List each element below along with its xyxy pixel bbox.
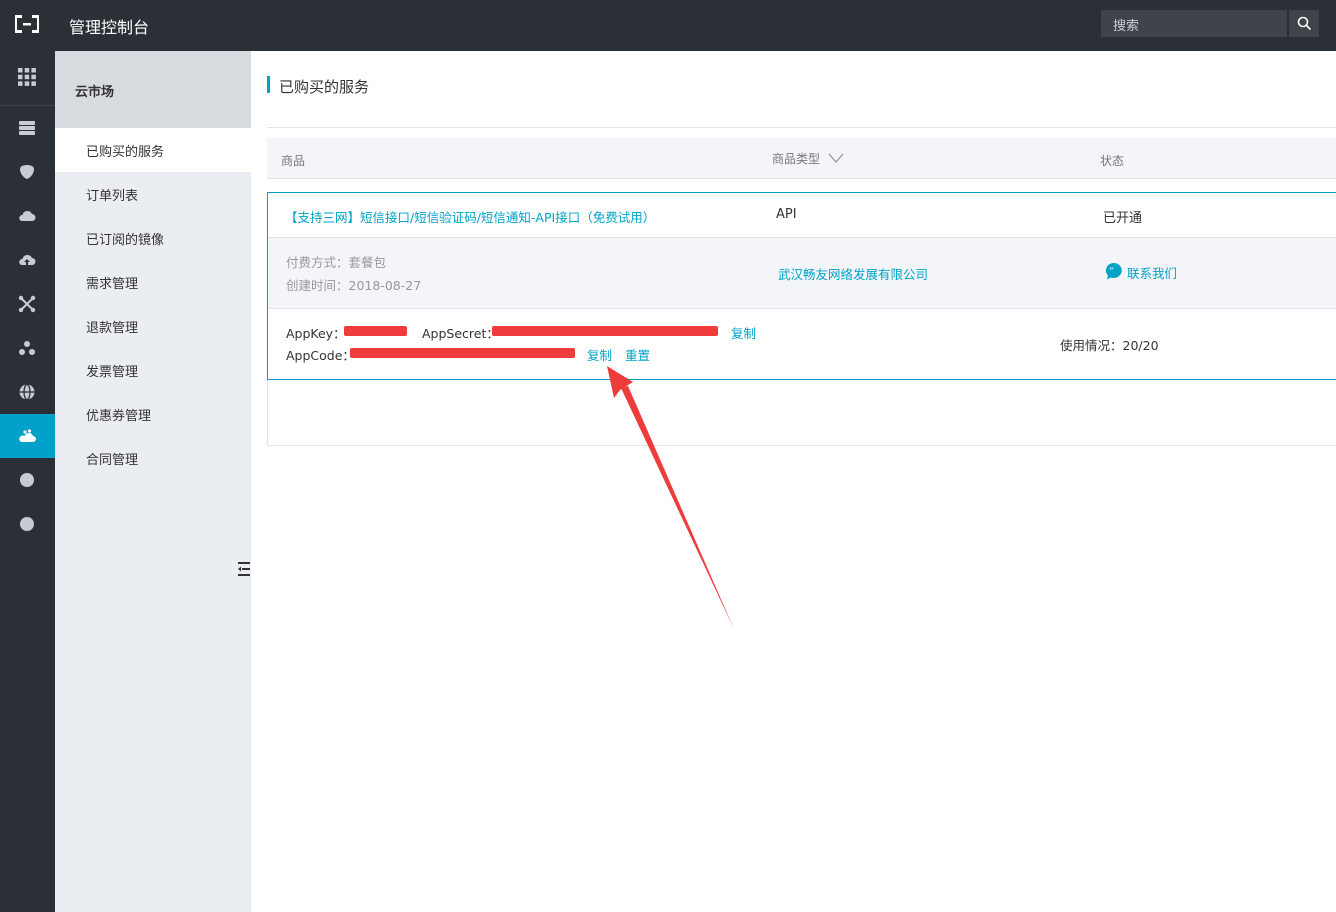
appcode-label: AppCode： bbox=[286, 348, 355, 363]
nav-nodes[interactable] bbox=[0, 326, 55, 370]
created-time: 创建时间：2018-08-27 bbox=[286, 278, 422, 293]
sidebar-item-purchased[interactable]: 已购买的服务 bbox=[55, 128, 251, 172]
credentials-row: AppKey： AppSecret： 复制 AppCode： 复制 重置 使用情… bbox=[268, 309, 1336, 379]
network-icon bbox=[18, 295, 36, 313]
status-text: 已开通 bbox=[1103, 211, 1143, 226]
column-status: 状态 bbox=[1100, 154, 1125, 168]
cloud-upload-icon bbox=[19, 254, 36, 265]
search-icon bbox=[1297, 16, 1312, 31]
circle-icon bbox=[20, 473, 34, 487]
usage-text: 使用情况：20/20 bbox=[1060, 338, 1159, 353]
shield-icon bbox=[20, 165, 34, 179]
top-bar: 管理控制台 搜索 bbox=[0, 0, 1336, 51]
market-icon bbox=[19, 429, 36, 442]
sidebar: 云市场 已购买的服务 订单列表 已订阅的镜像 需求管理 退款管理 发票管理 优惠… bbox=[55, 51, 251, 912]
appkey-label: AppKey： bbox=[286, 326, 346, 341]
reset-appcode-button[interactable]: 重置 bbox=[625, 345, 650, 364]
appsecret-label: AppSecret： bbox=[422, 326, 499, 341]
nav-circle-1[interactable] bbox=[0, 458, 55, 502]
order-card: 【支持三网】短信接口/短信验证码/短信通知-API接口（免费试用） API 已开… bbox=[267, 192, 1336, 380]
nav-network[interactable] bbox=[0, 282, 55, 326]
order-summary-row: 【支持三网】短信接口/短信验证码/短信通知-API接口（免费试用） API 已开… bbox=[268, 193, 1336, 238]
nav-cloud[interactable] bbox=[0, 194, 55, 238]
icon-navbar bbox=[0, 51, 55, 912]
column-type-label: 商品类型 bbox=[772, 152, 821, 166]
nav-server[interactable] bbox=[0, 106, 55, 150]
appsecret-redacted bbox=[492, 326, 718, 336]
sidebar-item-invoices[interactable]: 发票管理 bbox=[55, 348, 251, 392]
payment-method: 付费方式：套餐包 bbox=[286, 255, 387, 270]
sidebar-item-demands[interactable]: 需求管理 bbox=[55, 260, 251, 304]
sidebar-header: 云市场 bbox=[55, 51, 251, 128]
table-header: 商品 商品类型 状态 bbox=[267, 138, 1336, 179]
nav-market[interactable] bbox=[0, 414, 55, 458]
product-type: API bbox=[776, 207, 797, 222]
order-detail-row: 付费方式：套餐包 创建时间：2018-08-27 武汉畅友网络发展有限公司 ” … bbox=[268, 238, 1336, 309]
appcode-redacted bbox=[350, 348, 575, 358]
cloud-icon bbox=[19, 210, 36, 221]
server-icon bbox=[19, 121, 35, 135]
sidebar-item-contracts[interactable]: 合同管理 bbox=[55, 436, 251, 480]
circle-icon bbox=[20, 517, 34, 531]
nav-circle-2[interactable] bbox=[0, 502, 55, 546]
grid-icon bbox=[18, 68, 36, 86]
globe-icon bbox=[19, 383, 35, 401]
product-name-link[interactable]: 【支持三网】短信接口/短信验证码/短信通知-API接口（免费试用） bbox=[285, 207, 655, 226]
svg-text:”: ” bbox=[1109, 267, 1114, 277]
column-product: 商品 bbox=[281, 154, 306, 168]
sidebar-item-coupons[interactable]: 优惠券管理 bbox=[55, 392, 251, 436]
sidebar-item-refunds[interactable]: 退款管理 bbox=[55, 304, 251, 348]
contact-us-link[interactable]: 联系我们 bbox=[1127, 263, 1177, 282]
nav-grid[interactable] bbox=[0, 55, 55, 99]
vendor-link[interactable]: 武汉畅友网络发展有限公司 bbox=[778, 264, 928, 283]
nav-cloud-upload[interactable] bbox=[0, 238, 55, 282]
search-input[interactable]: 搜索 bbox=[1101, 10, 1287, 37]
title-accent-bar bbox=[267, 76, 270, 93]
sidebar-collapse-toggle[interactable] bbox=[235, 545, 251, 595]
search-button[interactable] bbox=[1289, 10, 1319, 37]
nodes-icon bbox=[19, 341, 35, 355]
empty-row bbox=[267, 380, 1336, 446]
aliyun-logo-icon[interactable] bbox=[12, 13, 42, 35]
copy-appcode-button[interactable]: 复制 bbox=[587, 345, 612, 364]
divider bbox=[267, 127, 1336, 128]
nav-shield[interactable] bbox=[0, 150, 55, 194]
chat-bubble-icon[interactable]: ” bbox=[1104, 262, 1122, 280]
app-title[interactable]: 管理控制台 bbox=[69, 14, 149, 38]
collapse-icon bbox=[238, 562, 250, 576]
nav-globe[interactable] bbox=[0, 370, 55, 414]
column-type[interactable]: 商品类型 bbox=[772, 150, 844, 167]
sidebar-item-images[interactable]: 已订阅的镜像 bbox=[55, 216, 251, 260]
sidebar-title: 云市场 bbox=[75, 85, 115, 100]
copy-button[interactable]: 复制 bbox=[731, 323, 756, 342]
appkey-redacted bbox=[344, 326, 407, 336]
chevron-down-icon bbox=[828, 153, 844, 163]
sidebar-item-orders[interactable]: 订单列表 bbox=[55, 172, 251, 216]
page-title: 已购买的服务 bbox=[279, 78, 370, 96]
